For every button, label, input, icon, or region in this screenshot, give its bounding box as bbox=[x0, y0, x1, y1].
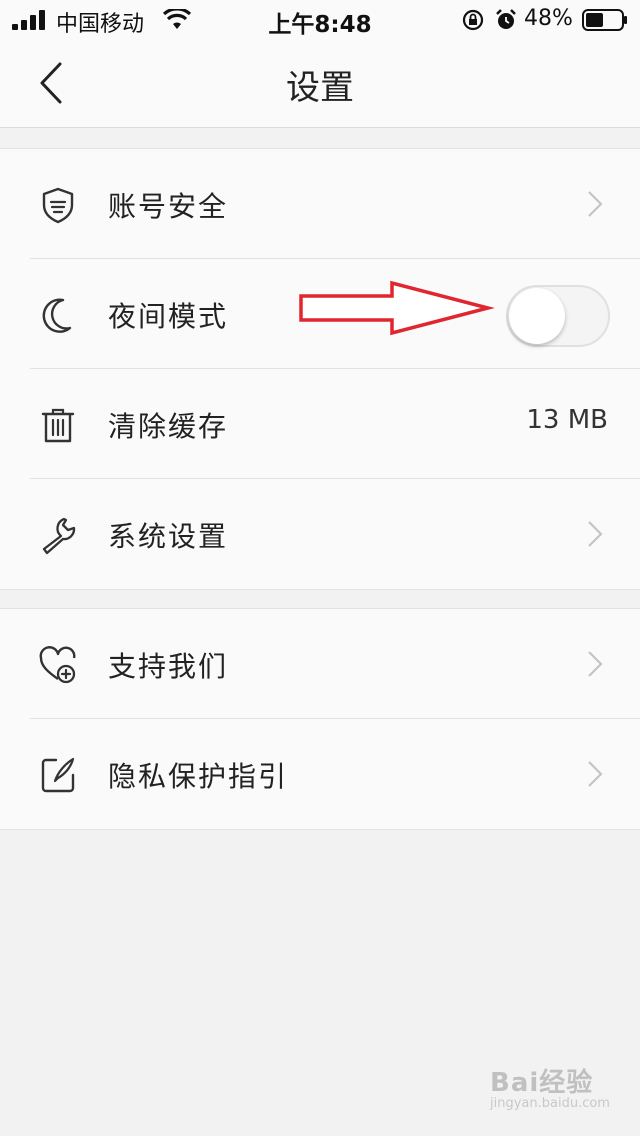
battery-icon bbox=[582, 9, 627, 31]
battery-percent: 48% bbox=[524, 6, 573, 31]
moon-icon bbox=[42, 298, 72, 333]
row-label: 账号安全 bbox=[108, 190, 229, 223]
chevron-right-icon bbox=[588, 761, 603, 787]
cache-size-value: 13 MB bbox=[526, 405, 608, 435]
night-mode-toggle[interactable] bbox=[506, 285, 610, 347]
chevron-right-icon bbox=[588, 651, 603, 677]
watermark: Bai经验 jingyan.baidu.com bbox=[490, 1062, 620, 1112]
row-privacy-guide[interactable]: 隐私保护指引 bbox=[0, 719, 640, 829]
row-system-settings[interactable]: 系统设置 bbox=[0, 479, 640, 589]
nav-bar: 设置 bbox=[0, 40, 640, 128]
row-support-us[interactable]: 支持我们 bbox=[0, 609, 640, 719]
toggle-knob bbox=[509, 288, 565, 344]
row-label: 隐私保护指引 bbox=[108, 760, 289, 793]
wrench-icon bbox=[42, 517, 76, 555]
row-label: 系统设置 bbox=[108, 520, 229, 553]
row-account-security[interactable]: 账号安全 bbox=[0, 149, 640, 259]
row-label: 支持我们 bbox=[108, 650, 229, 683]
trash-icon bbox=[41, 408, 75, 443]
settings-group-2: 支持我们 隐私保护指引 bbox=[0, 608, 640, 830]
chevron-right-icon bbox=[588, 191, 603, 217]
shield-icon bbox=[42, 187, 74, 224]
rotation-lock-icon bbox=[462, 9, 484, 31]
chevron-right-icon bbox=[588, 521, 603, 547]
heart-plus-icon bbox=[39, 646, 76, 684]
row-label: 清除缓存 bbox=[108, 410, 229, 443]
settings-group-1: 账号安全 夜间模式 清除缓存 13 MB 系统设置 bbox=[0, 148, 640, 590]
row-label: 夜间模式 bbox=[108, 300, 229, 333]
page-title: 设置 bbox=[286, 68, 354, 108]
watermark-url: jingyan.baidu.com bbox=[490, 1096, 610, 1111]
row-clear-cache[interactable]: 清除缓存 13 MB bbox=[0, 369, 640, 479]
watermark-logo: Bai经验 bbox=[490, 1068, 594, 1098]
red-arrow-annotation bbox=[299, 280, 495, 336]
status-bar: 中国移动 上午8:48 48% bbox=[0, 0, 640, 40]
alarm-icon bbox=[496, 9, 516, 29]
edit-note-icon bbox=[41, 757, 75, 793]
